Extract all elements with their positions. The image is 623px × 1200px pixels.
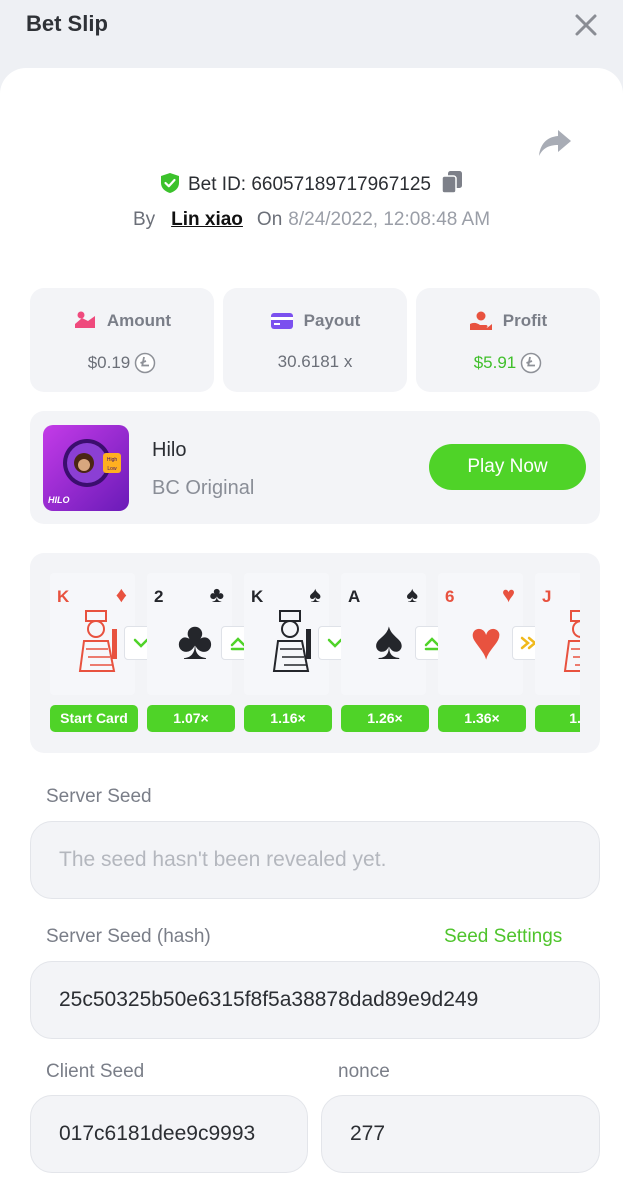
card-center-suit-icon: ♠ bbox=[375, 611, 404, 671]
profit-label: Profit bbox=[502, 311, 548, 330]
game-name: Hilo bbox=[152, 439, 187, 461]
card-rank: 6 bbox=[445, 587, 455, 606]
profit-icon bbox=[469, 311, 492, 330]
share-icon[interactable] bbox=[538, 128, 572, 158]
card-suit-icon: ♠ bbox=[309, 582, 321, 607]
card-multiplier: 1.3 bbox=[535, 705, 580, 732]
card-center-suit: ♠ bbox=[375, 611, 404, 671]
copy-icon[interactable] bbox=[441, 170, 463, 194]
face-card-figure-icon bbox=[78, 610, 117, 672]
face-card-figure-icon bbox=[272, 610, 311, 672]
playing-card: K ♠ bbox=[244, 573, 329, 695]
play-now-button[interactable]: Play Now bbox=[429, 444, 586, 490]
server-seed-hash-label: Server Seed (hash) bbox=[46, 926, 211, 947]
card-rank: K bbox=[251, 587, 264, 606]
card-center-suit-icon: ♥ bbox=[470, 611, 502, 671]
bet-id-row: Bet ID: 66057189717967125 bbox=[0, 170, 623, 196]
card-rank: A bbox=[348, 587, 361, 606]
litecoin-icon bbox=[521, 352, 542, 374]
thumb-hilo-text: HILO bbox=[48, 495, 70, 505]
server-seed-hash-field[interactable]: 25c50325b50e6315f8f5a38878dad89e9d249 bbox=[30, 961, 600, 1039]
thumb-high-text: High bbox=[107, 457, 118, 463]
card-multiplier: 1.26× bbox=[341, 705, 429, 732]
payout-label: Payout bbox=[303, 311, 361, 330]
page-title: Bet Slip bbox=[26, 11, 108, 36]
card-center-suit-icon: ♣ bbox=[177, 611, 212, 671]
playing-card: 6 ♥ ♥ bbox=[438, 573, 523, 695]
face-card-figure-icon bbox=[563, 610, 580, 672]
client-seed-field[interactable]: 017c6181dee9c9993 bbox=[30, 1095, 308, 1173]
thumb-low-text: Low bbox=[107, 466, 117, 472]
card-center-suit: ♣ bbox=[177, 611, 212, 671]
litecoin-icon bbox=[135, 352, 156, 374]
card-center-suit: ♥ bbox=[470, 611, 502, 671]
card-rank: J bbox=[542, 587, 552, 606]
card-multiplier: 1.16× bbox=[244, 705, 332, 732]
by-label: By bbox=[132, 209, 156, 230]
card-suit-icon: ♠ bbox=[406, 582, 418, 607]
client-seed-label: Client Seed bbox=[46, 1061, 145, 1082]
nonce-field[interactable]: 277 bbox=[321, 1095, 600, 1173]
top-bar: Bet Slip bbox=[0, 0, 623, 68]
close-icon[interactable] bbox=[573, 12, 599, 38]
bet-byline: By Lin xiao On 8/24/2022, 12:08:48 AM bbox=[0, 209, 623, 231]
payout-card-icon bbox=[270, 313, 293, 329]
card-suit-icon: ♦ bbox=[115, 582, 127, 607]
amount-value: $0.19 bbox=[87, 353, 131, 372]
playing-card: K ♦ bbox=[50, 573, 135, 695]
bet-id: Bet ID: 66057189717967125 bbox=[188, 174, 431, 195]
username-link[interactable]: Lin xiao bbox=[171, 209, 243, 230]
card-suit-icon: ♥ bbox=[501, 582, 515, 607]
payout-value: 30.6181 x bbox=[277, 352, 353, 371]
seed-settings-link[interactable]: Seed Settings bbox=[444, 926, 562, 948]
amount-icon bbox=[74, 311, 95, 328]
card-rank: K bbox=[57, 587, 70, 606]
server-seed-label: Server Seed bbox=[46, 786, 152, 807]
hilo-game-thumbnail[interactable]: High Low HILO bbox=[43, 425, 129, 511]
card-rank: 2 bbox=[154, 587, 164, 606]
card-history-panel: K ♦ Start Card 2 ♣ ♣ 1.07× K ♠ 1.16× A ♠ ♠ 1.26× 6 ♥ ♥ 1.… bbox=[30, 553, 600, 753]
card-suit-icon: ♣ bbox=[209, 582, 224, 607]
game-provider: BC Original bbox=[152, 477, 255, 499]
playing-card: A ♠ ♠ bbox=[341, 573, 426, 695]
verified-shield-icon bbox=[161, 173, 179, 193]
playing-card: J bbox=[535, 573, 580, 695]
server-seed-field[interactable]: The seed hasn't been revealed yet. bbox=[30, 821, 600, 899]
profit-card: Profit $5.91 bbox=[416, 288, 600, 392]
profit-value: $5.91 bbox=[473, 353, 517, 372]
amount-label: Amount bbox=[106, 311, 172, 330]
nonce-label: nonce bbox=[338, 1061, 390, 1082]
game-card: High Low HILO Hilo BC Original Play Now bbox=[30, 411, 600, 524]
card-strip[interactable]: K ♦ Start Card 2 ♣ ♣ 1.07× K ♠ 1.16× A ♠ ♠ 1.26× 6 ♥ ♥ 1.… bbox=[50, 573, 580, 733]
on-label: On bbox=[256, 209, 283, 230]
bet-date: 8/24/2022, 12:08:48 AM bbox=[288, 209, 491, 230]
card-multiplier: 1.07× bbox=[147, 705, 235, 732]
card-multiplier: Start Card bbox=[50, 705, 138, 732]
playing-card: 2 ♣ ♣ bbox=[147, 573, 232, 695]
payout-card: Payout 30.6181 x bbox=[223, 288, 407, 392]
card-multiplier: 1.36× bbox=[438, 705, 526, 732]
amount-card: Amount $0.19 bbox=[30, 288, 214, 392]
